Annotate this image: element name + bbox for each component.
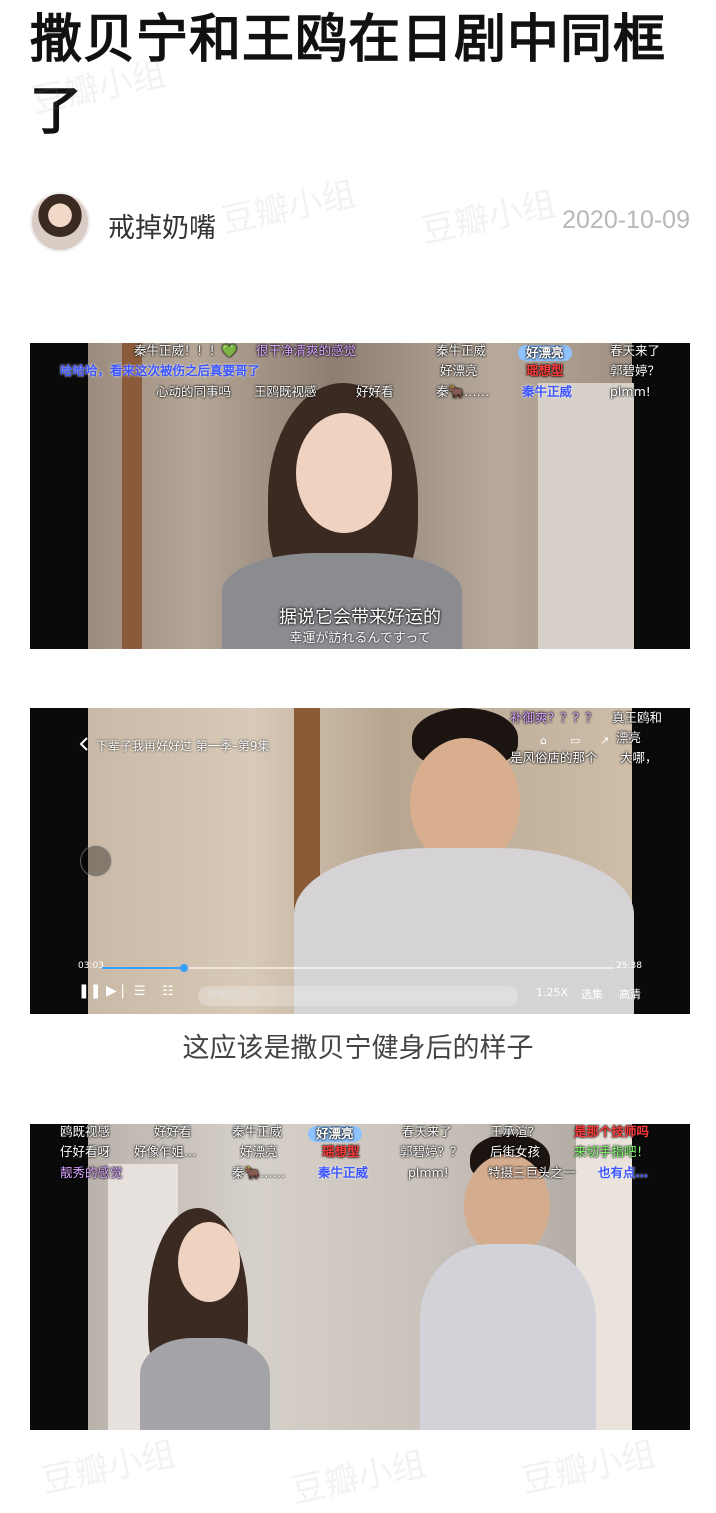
danmaku-item: 春天来了 bbox=[402, 1124, 453, 1139]
danmaku-item: 王鸥既视感 bbox=[254, 384, 317, 399]
post-date: 2020-10-09 bbox=[562, 206, 690, 234]
danmaku-item: 是风俗店的那个 bbox=[510, 750, 598, 765]
share-icon[interactable]: ↗ bbox=[600, 734, 609, 747]
danmaku-item: 漂亮 bbox=[616, 730, 642, 745]
actress bbox=[134, 1208, 274, 1430]
danmaku-item: 后街女孩 bbox=[490, 1144, 541, 1159]
danmaku-item: plmm! bbox=[408, 1165, 449, 1180]
danmaku-item: 秦🐂…… bbox=[232, 1165, 286, 1180]
danmaku-item: 秦牛正威 bbox=[232, 1124, 283, 1139]
video-player-screenshot: 下辈子我再好好过 第一季–第9集 补御爽？？？？ 真王鸥和 漂亮 是风俗店的那个… bbox=[30, 708, 690, 1014]
watermark: 豆瓣小组 bbox=[288, 1444, 430, 1512]
current-time: 03:03 bbox=[78, 961, 104, 971]
progress-bar[interactable] bbox=[102, 964, 614, 972]
danmaku-item: 真王鸥和 bbox=[612, 710, 663, 725]
author-row: 戒掉奶嘴 2020-10-09 bbox=[30, 192, 690, 256]
danmaku-item: 也有点… bbox=[598, 1165, 649, 1180]
watermark: 豆瓣小组 bbox=[38, 1434, 180, 1502]
danmaku-item: 瑶想型 bbox=[526, 363, 564, 378]
danmaku-item: 郭碧婷？ bbox=[610, 363, 661, 378]
danmaku-item: 仔好看呀 bbox=[60, 1144, 111, 1159]
danmaku-item: 好漂亮 bbox=[518, 345, 572, 361]
danmaku-item: 是那个技师吗 bbox=[574, 1124, 650, 1139]
danmaku-item: 秦牛正威！！！💚 bbox=[134, 343, 238, 358]
pause-icon[interactable]: ❚❚ bbox=[78, 983, 101, 999]
danmaku-item: 来切手指吧！ bbox=[574, 1144, 650, 1159]
watermark: 豆瓣小组 bbox=[518, 1434, 660, 1502]
danmaku-item: 补御爽？？？？ bbox=[510, 710, 598, 725]
next-icon[interactable]: ▶❘ bbox=[106, 983, 129, 999]
subtitle-japanese: 幸運が訪れるんですって bbox=[289, 631, 431, 646]
danmaku-item: 很干净清爽的感觉 bbox=[256, 343, 357, 358]
danmaku-item: plmm! bbox=[610, 384, 651, 399]
danmaku-item: 大哪， bbox=[620, 750, 658, 765]
danmaku-input[interactable]: 弹幕走一波 bbox=[198, 986, 518, 1006]
speed-button[interactable]: 1.25X bbox=[536, 986, 568, 999]
danmaku-item: 郭碧婷？？ bbox=[400, 1144, 463, 1159]
danmaku-item: 好漂亮 bbox=[440, 363, 478, 378]
danmaku-item: 秦🐂…… bbox=[436, 384, 490, 399]
danmaku-toggle-icon[interactable]: ☰ bbox=[134, 984, 146, 999]
danmaku-item: 心动的同事吗 bbox=[156, 384, 232, 399]
danmaku-item: 王承渲？ bbox=[490, 1124, 541, 1139]
lock-icon[interactable] bbox=[80, 845, 112, 877]
article-title: 撒贝宁和王鸥在日剧中同框了 bbox=[30, 10, 667, 142]
danmaku-item: 好漂亮 bbox=[240, 1144, 278, 1159]
danmaku-settings-icon[interactable]: ☷ bbox=[162, 984, 174, 999]
home-icon[interactable]: ⌂ bbox=[540, 734, 547, 747]
tv-cast-icon[interactable]: ▭ bbox=[570, 734, 580, 747]
danmaku-item: 好好看 bbox=[154, 1124, 192, 1139]
back-icon[interactable] bbox=[76, 736, 92, 752]
danmaku-item: 秦牛正威 bbox=[436, 343, 487, 358]
danmaku-item: 秦牛正威 bbox=[318, 1165, 369, 1180]
video-screenshot-2: 鸥既视感 好好看 秦牛正威 好漂亮 春天来了 王承渲？ 是那个技师吗 仔好看呀 … bbox=[30, 1124, 690, 1430]
danmaku-item: 好好看 bbox=[356, 384, 394, 399]
danmaku-item: 瑶想型 bbox=[322, 1144, 360, 1159]
danmaku-item: 特摄三巨头之一 bbox=[488, 1165, 576, 1180]
total-time: 25:38 bbox=[616, 961, 642, 971]
danmaku-item: 鸥既视感 bbox=[60, 1124, 111, 1139]
episode-title: 下辈子我再好好过 第一季–第9集 bbox=[96, 739, 270, 753]
danmaku-item: 秦牛正威 bbox=[522, 384, 573, 399]
episodes-button[interactable]: 选集 bbox=[581, 986, 603, 1002]
progress-knob[interactable] bbox=[179, 964, 188, 972]
video-screenshot-1: 秦牛正威！！！💚 很干净清爽的感觉 秦牛正威 春天来了 好漂亮 哈哈哈，看来这次… bbox=[30, 343, 690, 649]
subtitle-chinese: 据说它会带来好运的 bbox=[279, 607, 441, 628]
avatar[interactable] bbox=[30, 192, 90, 252]
danmaku-item: 好漂亮 bbox=[308, 1126, 362, 1142]
author-name[interactable]: 戒掉奶嘴 bbox=[108, 206, 216, 245]
quality-button[interactable]: 高清 bbox=[619, 986, 641, 1002]
danmaku-item: 好像乍姐… bbox=[134, 1144, 197, 1159]
image-caption: 这应该是撒贝宁健身后的样子 bbox=[182, 1033, 534, 1064]
danmaku-item: 哈哈哈，看来这次被伤之后真要哥了 bbox=[60, 363, 261, 378]
danmaku-item: 靓秀的感觉 bbox=[60, 1165, 123, 1180]
danmaku-item: 春天来了 bbox=[610, 343, 661, 358]
progress-fill bbox=[102, 967, 184, 969]
